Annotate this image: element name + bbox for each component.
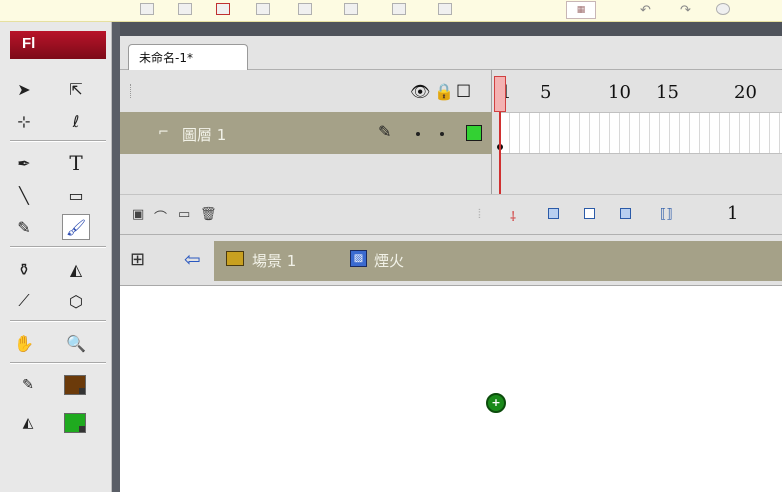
insert-layer-icon[interactable]: ▣ xyxy=(132,207,144,222)
frame-number: 5 xyxy=(540,82,552,103)
layer-outline-color[interactable] xyxy=(466,125,482,141)
lasso-icon[interactable]: ℓ xyxy=(62,108,90,134)
toolbar-rotate-icon[interactable] xyxy=(716,3,730,15)
flash-logo: Fl xyxy=(10,31,106,59)
onion-skin-icon[interactable] xyxy=(548,208,559,219)
breadcrumb-scene[interactable]: 場景 1 xyxy=(252,250,296,271)
pen-icon[interactable]: ✒ xyxy=(10,150,38,176)
tool-separator xyxy=(10,320,106,322)
layer-icon: ⌐ xyxy=(158,125,169,140)
eyedropper-icon[interactable]: ⟋ xyxy=(10,288,38,314)
show-hide-all-eye-icon[interactable]: 👁 xyxy=(410,82,430,101)
selection-arrow-icon[interactable]: ➤ xyxy=(10,76,38,102)
toolbar-cut-icon[interactable] xyxy=(298,3,312,15)
stage-canvas[interactable]: + xyxy=(120,286,782,492)
playhead-line xyxy=(499,112,501,194)
toolbar-straighten-icon[interactable]: ↷ xyxy=(680,3,694,18)
layer-name: 圖層 1 xyxy=(182,126,227,144)
registration-point-icon[interactable]: + xyxy=(486,393,506,413)
brush-icon[interactable]: 🖌 xyxy=(62,214,90,240)
layer-edit-pencil-icon: ✎ xyxy=(378,122,392,141)
paint-bucket-icon[interactable]: ◭ xyxy=(62,256,90,282)
layer-lock-dot[interactable] xyxy=(440,132,444,136)
stroke-color-swatch[interactable] xyxy=(64,375,86,395)
zoom-icon[interactable]: 🔍 xyxy=(62,330,90,356)
layer-row[interactable]: ⌐ 圖層 1 ✎ xyxy=(120,112,492,154)
toolbar-copy-icon[interactable] xyxy=(344,3,358,15)
ink-bottle-icon[interactable]: ⚱ xyxy=(10,256,38,282)
rectangle-tool-icon[interactable]: ▭ xyxy=(62,182,90,208)
fill-color-bucket-icon: ◭ xyxy=(22,415,34,431)
timeline-footer: ▣ ⌒ ▭ 🗑 ⦙ ⸸ ⟦⟧ 1 xyxy=(120,194,782,234)
timeline-toggle-icon[interactable]: ⊞ xyxy=(130,249,145,270)
toolbar-paste-icon[interactable] xyxy=(392,3,406,15)
toolbar-print-icon[interactable] xyxy=(256,3,270,15)
toolbar-new-icon[interactable] xyxy=(140,3,154,15)
toolbar-undo-icon[interactable] xyxy=(438,3,452,15)
top-toolbar: ▦ ↶ ↷ xyxy=(0,0,782,22)
toolbar-save-icon[interactable] xyxy=(216,3,230,15)
subselection-arrow-icon[interactable]: ⇱ xyxy=(62,76,90,102)
breadcrumb xyxy=(214,241,782,281)
flash-workspace: ▦ ↶ ↷ Fl ➤ ⇱ ⊹ ℓ ✒ T ╲ ▭ ✎ 🖌 ⚱ ◭ ⟋ ⬡ ✋ 🔍… xyxy=(0,0,782,492)
grip-handle[interactable] xyxy=(130,84,133,98)
current-frame-number: 1 xyxy=(727,203,739,224)
outline-all-icon[interactable]: ☐ xyxy=(456,82,471,102)
frame-number: 20 xyxy=(734,82,757,103)
back-arrow-icon[interactable]: ⇦ xyxy=(184,247,201,271)
pencil-icon[interactable]: ✎ xyxy=(10,214,38,240)
tool-separator xyxy=(10,140,106,142)
timeline-panel: 👁 🔒 ☐ ⌐ 圖層 1 ✎ 1 5 10 15 20 ▣ ⌒ xyxy=(120,70,782,234)
playhead[interactable] xyxy=(494,76,506,112)
movie-clip-symbol-icon: ▨ xyxy=(350,250,367,267)
toolbar-smooth-icon[interactable]: ↶ xyxy=(640,3,654,18)
modify-onion-markers-icon[interactable]: ⟦⟧ xyxy=(660,207,673,222)
eraser-icon[interactable]: ⬡ xyxy=(62,288,90,314)
document-tab[interactable]: 未命名-1* xyxy=(128,44,248,70)
frame-number: 10 xyxy=(608,82,631,103)
toolbar-open-icon[interactable] xyxy=(178,3,192,15)
text-tool-icon[interactable]: T xyxy=(62,150,90,176)
snap-icon[interactable]: ▦ xyxy=(566,1,596,19)
insert-folder-icon[interactable]: ▭ xyxy=(178,207,190,222)
tool-separator xyxy=(10,246,106,248)
stroke-color-pencil-icon: ✎ xyxy=(22,377,34,393)
onion-skin-outlines-icon[interactable] xyxy=(584,208,595,219)
delete-layer-icon[interactable]: 🗑 xyxy=(200,207,217,222)
edit-bar: ⊞ ⇦ 場景 1 ▨ 煙火 xyxy=(120,234,782,286)
line-tool-icon[interactable]: ╲ xyxy=(10,182,38,208)
clapper-scene-icon xyxy=(226,251,244,266)
frame-number: 15 xyxy=(656,82,679,103)
edit-multiple-frames-icon[interactable] xyxy=(620,208,631,219)
breadcrumb-symbol[interactable]: 煙火 xyxy=(374,250,404,271)
tool-separator xyxy=(10,362,106,364)
add-motion-guide-icon[interactable]: ⌒ xyxy=(154,207,167,226)
frames-row[interactable] xyxy=(500,112,782,154)
panel-gap xyxy=(120,22,782,36)
layer-visibility-dot[interactable] xyxy=(416,132,420,136)
center-frame-icon[interactable]: ⸸ xyxy=(510,207,516,225)
free-transform-icon[interactable]: ⊹ xyxy=(10,108,38,134)
fill-color-swatch[interactable] xyxy=(64,413,86,433)
frame-ruler[interactable]: 1 5 10 15 20 xyxy=(500,70,782,112)
scroll-handle-icon[interactable]: ⦙ xyxy=(478,207,481,222)
document-tab-bar: 未命名-1* xyxy=(120,36,782,70)
hand-icon[interactable]: ✋ xyxy=(10,330,38,356)
panel-divider xyxy=(112,22,120,492)
lock-all-icon[interactable]: 🔒 xyxy=(434,82,454,101)
